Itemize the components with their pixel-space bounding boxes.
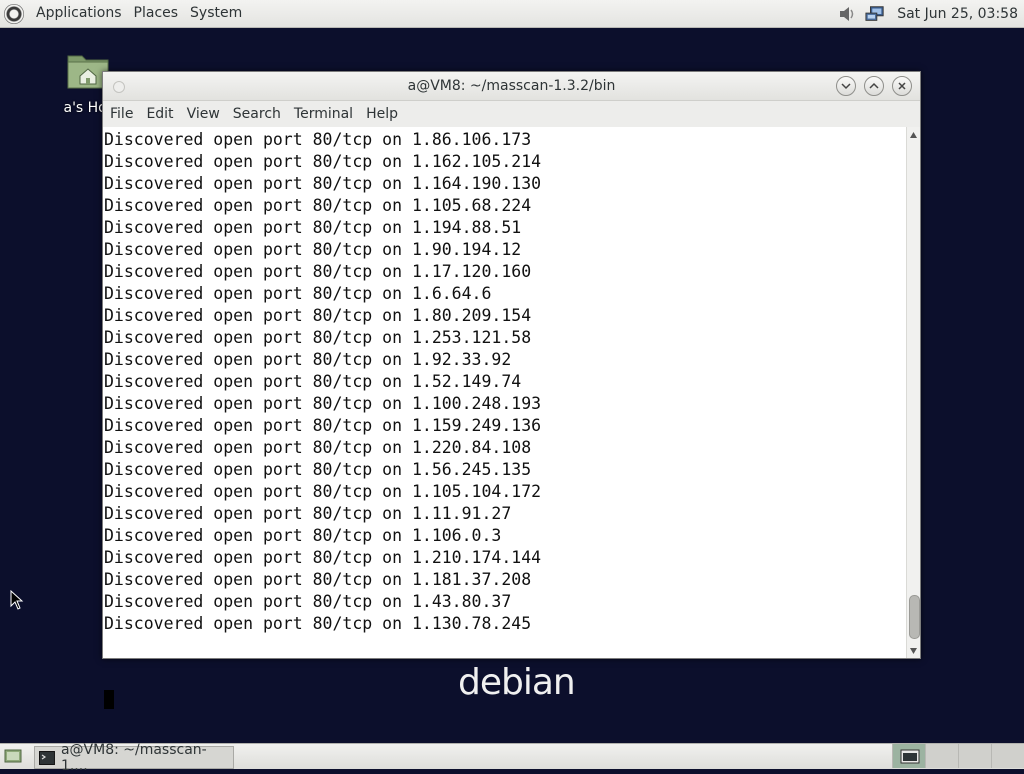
terminal-line: Discovered open port 80/tcp on 1.181.37.… (104, 570, 532, 589)
terminal-line: Discovered open port 80/tcp on 1.100.248… (104, 394, 542, 413)
terminal-line: Discovered open port 80/tcp on 1.105.104… (104, 482, 542, 501)
terminal-line: Discovered open port 80/tcp on 1.106.0.3 (104, 526, 502, 545)
terminal-line: Discovered open port 80/tcp on 1.210.174… (104, 548, 542, 567)
scroll-up-arrow-icon[interactable] (909, 131, 918, 139)
taskbar-terminal-button[interactable]: a@VM8: ~/masscan-1.... (34, 742, 234, 774)
network-icon[interactable] (865, 5, 885, 23)
scroll-down-arrow-icon[interactable] (909, 647, 918, 655)
volume-icon[interactable] (837, 5, 857, 23)
terminal-line: Discovered open port 80/tcp on 1.159.249… (104, 416, 542, 435)
clock[interactable]: Sat Jun 25, 03:58 (897, 6, 1018, 22)
terminal-line: Discovered open port 80/tcp on 1.52.149.… (104, 372, 522, 391)
menu-search[interactable]: Search (228, 101, 289, 127)
chevron-down-icon (841, 83, 851, 90)
workspace-4[interactable] (991, 744, 1024, 768)
menu-edit[interactable]: Edit (141, 101, 181, 127)
terminal-window: a@VM8: ~/masscan-1.3.2/bin File Edit Vie… (102, 71, 921, 709)
menu-places[interactable]: Places (128, 0, 185, 27)
workspace-3[interactable] (958, 744, 991, 768)
debian-logo: debian (458, 662, 576, 703)
terminal-cursor (104, 690, 114, 709)
terminal-line: Discovered open port 80/tcp on 1.194.88.… (104, 218, 522, 237)
close-button[interactable] (892, 76, 912, 96)
mouse-pointer-icon (10, 590, 24, 610)
workspace-switcher (892, 744, 1024, 769)
close-icon (898, 82, 906, 90)
terminal-line: Discovered open port 80/tcp on 1.11.91.2… (104, 504, 512, 523)
terminal-line: Discovered open port 80/tcp on 1.105.68.… (104, 196, 532, 215)
terminal-line: Discovered open port 80/tcp on 1.86.106.… (104, 130, 532, 149)
window-controls (836, 76, 912, 96)
terminal-line: Discovered open port 80/tcp on 1.220.84.… (104, 438, 532, 457)
minimize-button[interactable] (836, 76, 856, 96)
terminal-line: Discovered open port 80/tcp on 1.253.121… (104, 328, 532, 347)
terminal-scrollbar[interactable] (906, 127, 920, 658)
window-titlebar[interactable]: a@VM8: ~/masscan-1.3.2/bin (103, 72, 920, 101)
terminal-output[interactable]: Discovered open port 80/tcp on 1.86.106.… (103, 127, 907, 709)
terminal-menubar: File Edit View Search Terminal Help (103, 101, 920, 127)
terminal-line: Discovered open port 80/tcp on 1.164.190… (104, 174, 542, 193)
top-panel: Applications Places System Sat Jun 25, 0… (0, 0, 1024, 28)
taskbar-terminal-label: a@VM8: ~/masscan-1.... (60, 741, 207, 774)
scrollbar-thumb[interactable] (909, 595, 920, 639)
terminal-line: Discovered open port 80/tcp on 1.130.78.… (104, 614, 532, 633)
terminal-line: Discovered open port 80/tcp on 1.56.245.… (104, 460, 532, 479)
bottom-panel: a@VM8: ~/masscan-1.... (0, 742, 1024, 774)
window-title: a@VM8: ~/masscan-1.3.2/bin (407, 78, 616, 94)
menu-view[interactable]: View (182, 101, 228, 127)
debian-logo-text: debian (458, 662, 576, 703)
terminal-line: Discovered open port 80/tcp on 1.43.80.3… (104, 592, 512, 611)
menu-help[interactable]: Help (361, 101, 406, 127)
terminal-line: Discovered open port 80/tcp on 1.17.120.… (104, 262, 532, 281)
terminal-line: Discovered open port 80/tcp on 1.90.194.… (104, 240, 522, 259)
menu-terminal[interactable]: Terminal (289, 101, 361, 127)
workspace-window-thumbnail-icon (900, 749, 920, 764)
terminal-line: Discovered open port 80/tcp on 1.6.64.6 (104, 284, 492, 303)
system-tray: Sat Jun 25, 03:58 (837, 0, 1018, 27)
menu-system[interactable]: System (184, 0, 248, 27)
terminal-lines: Discovered open port 80/tcp on 1.86.106.… (104, 129, 541, 635)
maximize-button[interactable] (864, 76, 884, 96)
window-menu-icon[interactable] (113, 81, 125, 93)
workspace-1[interactable] (892, 744, 925, 768)
terminal-line: Discovered open port 80/tcp on 1.162.105… (104, 152, 542, 171)
menu-file[interactable]: File (105, 101, 141, 127)
terminal-line: Discovered open port 80/tcp on 1.80.209.… (104, 306, 532, 325)
workspace-2[interactable] (925, 744, 958, 768)
debian-swirl-icon[interactable] (4, 3, 24, 24)
menu-applications[interactable]: Applications (30, 0, 128, 27)
terminal-icon (39, 750, 55, 765)
terminal-line: Discovered open port 80/tcp on 1.92.33.9… (104, 350, 512, 369)
chevron-up-icon (869, 82, 879, 89)
show-desktop-icon[interactable] (4, 748, 22, 764)
